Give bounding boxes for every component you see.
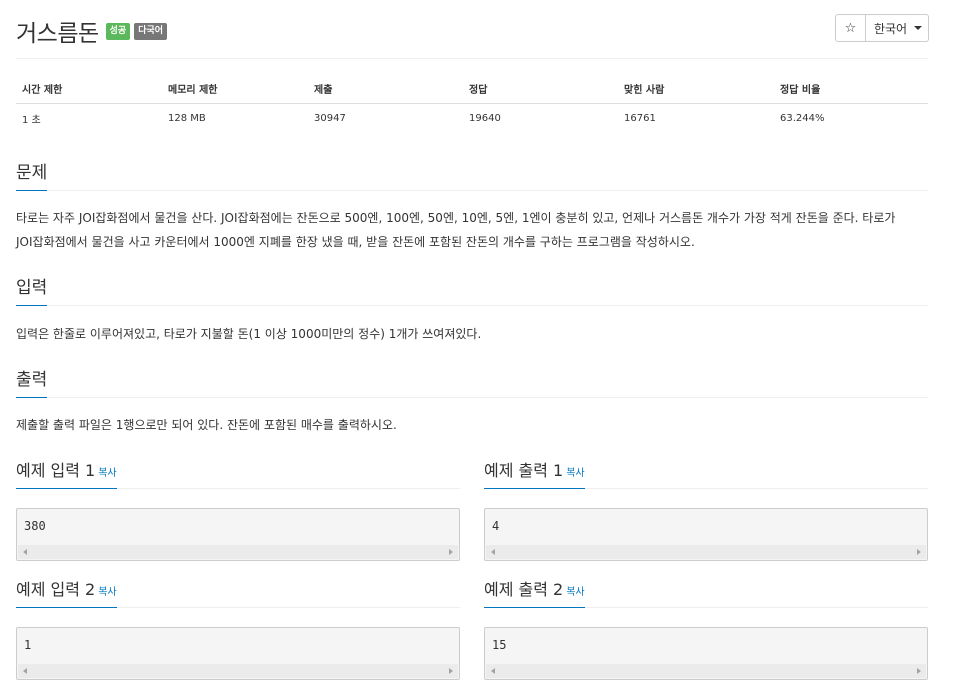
input-heading: 입력 <box>16 273 48 306</box>
copy-button[interactable]: 복사 <box>98 468 116 479</box>
output-heading: 출력 <box>16 365 48 398</box>
star-icon: ☆ <box>844 20 857 36</box>
title-divider <box>16 58 928 59</box>
scroll-left-icon[interactable] <box>23 549 27 555</box>
favorite-button[interactable]: ☆ <box>835 14 866 42</box>
problem-text-line: 타로는 자주 JOI잡화점에서 물건을 산다. JOI잡화점에는 잔돈으로 50… <box>16 211 896 225</box>
problem-heading: 문제 <box>16 158 48 191</box>
sample-code-box[interactable]: 4 <box>484 508 928 561</box>
scroll-right-icon[interactable] <box>917 668 921 674</box>
header-memory-limit: 메모리 제한 <box>162 74 308 104</box>
status-badge: 성공 <box>105 22 131 40</box>
header-time-limit: 시간 제한 <box>16 74 162 104</box>
copy-button[interactable]: 복사 <box>566 468 584 479</box>
language-badge[interactable]: 다국어 <box>134 22 168 40</box>
problem-toolbar: ☆ 한국어 <box>835 14 929 42</box>
output-section-header: 출력 <box>16 365 928 398</box>
cell-submissions: 30947 <box>314 112 346 124</box>
sample-output-2: 예제 출력 2 복사 15 <box>484 576 928 680</box>
input-section-header: 입력 <box>16 273 928 306</box>
horizontal-scrollbar[interactable] <box>486 545 926 559</box>
sample-code-box[interactable]: 380 <box>16 508 460 561</box>
header-accepted: 정답 <box>463 74 618 104</box>
sample-code-box[interactable]: 1 <box>16 627 460 680</box>
section-divider <box>16 397 928 398</box>
sample-title: 예제 입력 1 <box>16 461 96 480</box>
sample-code: 15 <box>492 638 507 652</box>
section-divider <box>16 190 928 191</box>
problem-title-bar: 거스름돈 성공 다국어 <box>16 14 168 48</box>
output-description: 제출할 출력 파일은 1행으로만 되어 있다. 잔돈에 포함된 매수를 출력하시… <box>16 413 928 437</box>
sample-output-1-header: 예제 출력 1 복사 <box>484 457 585 489</box>
sample-output-1: 예제 출력 1 복사 4 <box>484 457 928 561</box>
problem-description: 타로는 자주 JOI잡화점에서 물건을 산다. JOI잡화점에는 잔돈으로 50… <box>16 206 928 254</box>
sample-input-2: 예제 입력 2 복사 1 <box>16 576 460 680</box>
sample-output-2-header: 예제 출력 2 복사 <box>484 576 585 608</box>
sample-input-1: 예제 입력 1 복사 380 <box>16 457 460 561</box>
cell-solved-users: 16761 <box>624 112 656 124</box>
sample-code: 1 <box>24 638 32 652</box>
horizontal-scrollbar[interactable] <box>18 545 458 559</box>
header-solved-users: 맞힌 사람 <box>618 74 774 104</box>
language-dropdown[interactable]: 한국어 <box>866 14 929 42</box>
table-row: 1 초 128 MB 30947 19640 16761 63.244% <box>16 103 928 133</box>
sample-code: 4 <box>492 519 500 533</box>
output-text: 제출할 출력 파일은 1행으로만 되어 있다. 잔돈에 포함된 매수를 출력하시… <box>16 418 397 432</box>
input-text: 입력은 한줄로 이루어져있고, 타로가 지불할 돈(1 이상 1000미만의 정… <box>16 327 482 341</box>
problem-text-line: JOI잡화점에서 물건을 사고 카운터에서 1000엔 지폐를 한장 냈을 때,… <box>16 235 695 249</box>
horizontal-scrollbar[interactable] <box>18 664 458 678</box>
sample-code-box[interactable]: 15 <box>484 627 928 680</box>
horizontal-scrollbar[interactable] <box>486 664 926 678</box>
sample-code: 380 <box>24 519 46 533</box>
section-divider <box>16 305 928 306</box>
scroll-left-icon[interactable] <box>23 668 27 674</box>
language-dropdown-label: 한국어 <box>873 21 908 36</box>
cell-memory-limit: 128 MB <box>168 112 206 124</box>
scroll-left-icon[interactable] <box>491 549 495 555</box>
sample-input-1-header: 예제 입력 1 복사 <box>16 457 117 489</box>
sample-input-2-header: 예제 입력 2 복사 <box>16 576 117 608</box>
scroll-right-icon[interactable] <box>449 668 453 674</box>
problem-section-header: 문제 <box>16 158 928 191</box>
page-title: 거스름돈 <box>16 21 99 47</box>
sample-title: 예제 출력 2 <box>484 580 564 599</box>
scroll-right-icon[interactable] <box>449 549 453 555</box>
scroll-left-icon[interactable] <box>491 668 495 674</box>
cell-accepted: 19640 <box>469 112 501 124</box>
copy-button[interactable]: 복사 <box>98 587 116 598</box>
cell-accept-ratio: 63.244% <box>780 112 825 124</box>
sample-title: 예제 입력 2 <box>16 580 96 599</box>
copy-button[interactable]: 복사 <box>566 587 584 598</box>
table-header-row: 시간 제한 메모리 제한 제출 정답 맞힌 사람 정답 비율 <box>16 74 928 104</box>
header-submissions: 제출 <box>308 74 463 104</box>
sample-title: 예제 출력 1 <box>484 461 564 480</box>
header-accept-ratio: 정답 비율 <box>774 74 928 104</box>
cell-time-limit: 1 초 <box>22 114 41 126</box>
input-description: 입력은 한줄로 이루어져있고, 타로가 지불할 돈(1 이상 1000미만의 정… <box>16 322 928 346</box>
problem-info-table: 시간 제한 메모리 제한 제출 정답 맞힌 사람 정답 비율 1 초 128 M… <box>16 74 928 133</box>
chevron-down-icon <box>914 26 923 30</box>
scroll-right-icon[interactable] <box>917 549 921 555</box>
